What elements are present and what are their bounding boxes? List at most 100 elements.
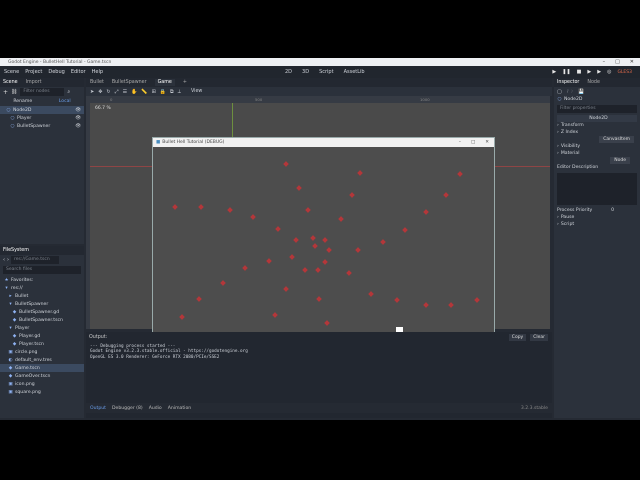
group-icon[interactable]: ⧉ [170,89,174,95]
renderer-label[interactable]: GLES3 [617,70,632,75]
section-material[interactable]: › Material [554,150,640,157]
copy-button[interactable]: Copy [508,333,527,341]
file-icon: ▣ [8,349,13,355]
close-icon[interactable]: ✕ [630,59,634,65]
file-item[interactable]: ◆ BulletSpawner.tscn [0,316,84,324]
workspace-script[interactable]: Script [319,69,334,75]
file-item[interactable]: ◆ Game.tscn [0,364,84,372]
workspace-3d[interactable]: 3D [302,69,309,75]
pan-tool-icon[interactable]: ✋ [131,89,137,95]
section-pause[interactable]: › Pause [554,214,640,221]
play-icon[interactable]: ▶ [552,69,556,75]
minimize-icon[interactable]: – [603,59,606,65]
rename-button[interactable]: Rename [13,99,32,104]
game-canvas[interactable] [153,147,494,350]
bone-icon[interactable]: ⟂ [178,89,181,95]
menu-editor[interactable]: Editor [71,69,86,75]
section-script[interactable]: › Script [554,221,640,228]
file-item[interactable]: ▾ BulletSpawner [0,300,84,308]
game-minimize-icon[interactable]: – [459,140,461,145]
editor-description-field[interactable] [557,173,637,205]
file-item[interactable]: ◐ default_env.tres [0,356,84,364]
file-item[interactable]: ▾ res:// [0,284,84,292]
add-tab-icon[interactable]: + [183,80,187,85]
tree-node-node2d[interactable]: ○ Node2D 👁 [0,106,84,114]
visibility-icon[interactable]: 👁 [75,116,81,121]
game-maximize-icon[interactable]: □ [471,140,475,145]
local-button[interactable]: Local [59,99,71,104]
menu-help[interactable]: Help [92,69,103,75]
zoom-label[interactable]: 66.7 % [95,106,111,111]
tab-audio[interactable]: Audio [149,406,162,411]
file-item[interactable]: ◆ Player.gd [0,332,84,340]
visibility-icon[interactable]: 👁 [75,124,81,129]
forward-icon[interactable]: › [7,257,9,263]
clear-button[interactable]: Clear [530,333,548,341]
play-custom-icon[interactable]: ▶ [597,69,601,75]
file-item[interactable]: ◆ GameOver.tscn [0,372,84,380]
ruler-tool-icon[interactable]: 📏 [141,89,147,95]
process-priority-row: Process Priority 0 [557,208,614,213]
lock-icon[interactable]: 🔒 [160,89,166,95]
tab-scene[interactable]: Scene [3,80,18,85]
visibility-icon[interactable]: 👁 [75,108,81,113]
file-item[interactable]: ▣ circle.png [0,348,84,356]
tree-node-bulletspawner[interactable]: ○ BulletSpawner 👁 [0,122,84,130]
link-icon[interactable]: ⛓ [11,89,17,95]
movie-icon[interactable]: ◎ [607,69,611,75]
file-search-input[interactable]: Search files [3,266,81,274]
section-zindex[interactable]: › Z Index [554,129,640,136]
move-tool-icon[interactable]: ✥ [98,89,102,95]
output-title: Output: [89,334,108,340]
property-filter-input[interactable]: Filter properties [557,105,637,113]
bullet [324,320,330,326]
bullet [220,280,226,286]
tab-debugger[interactable]: Debugger (8) [112,406,143,411]
save-resource-icon[interactable]: 💾 [578,89,584,95]
workspace-2d[interactable]: 2D [285,69,292,75]
view-menu[interactable]: View [191,89,202,94]
tab-node[interactable]: Node [587,80,600,85]
tab-import[interactable]: Import [26,80,42,85]
search-icon[interactable]: ⌕ [67,89,70,95]
select-tool-icon[interactable]: ➤ [90,89,94,95]
tab-game[interactable]: Game [154,79,175,86]
scene-filter-input[interactable]: Filter nodes [20,88,65,96]
menu-debug[interactable]: Debug [48,69,64,75]
tab-bulletspawner[interactable]: BulletSpawner [112,80,147,85]
menu-scene[interactable]: Scene [4,69,19,75]
file-item[interactable]: ▸ Bullet [0,292,84,300]
tab-output[interactable]: Output [90,406,106,411]
section-visibility[interactable]: › Visibility [554,143,640,150]
process-priority-value[interactable]: 0 [611,208,614,213]
tree-node-player[interactable]: ○ Player 👁 [0,114,84,122]
file-icon: ◆ [12,341,17,347]
game-window[interactable]: ■ Bullet Hell Tutorial (DEBUG) – □ ✕ [152,137,495,350]
file-item[interactable]: ◆ BulletSpawner.gd [0,308,84,316]
rotate-tool-icon[interactable]: ↻ [106,89,110,95]
list-select-icon[interactable]: ☰ [123,89,127,95]
back-icon[interactable]: ‹ [3,257,5,263]
file-item[interactable]: ▣ icon.png [0,380,84,388]
add-node-icon[interactable]: + [3,89,8,96]
scale-tool-icon[interactable]: ⤢ [115,89,119,95]
file-item[interactable]: ◆ Player.tscn [0,340,84,348]
snap-icon[interactable]: ⊞ [152,89,156,95]
pause-icon[interactable]: ❚❚ [562,69,570,75]
game-close-icon[interactable]: ✕ [485,140,489,145]
tab-animation[interactable]: Animation [168,406,191,411]
new-resource-icon[interactable]: ▢ [557,89,562,95]
file-item[interactable]: ▣ square.png [0,388,84,396]
file-item[interactable]: ▾ Player [0,324,84,332]
path-field[interactable]: res://Game.tscn [11,255,59,264]
menu-project[interactable]: Project [25,69,42,75]
maximize-icon[interactable]: □ [615,59,620,65]
tab-inspector[interactable]: Inspector [557,80,579,85]
open-resource-icon[interactable]: 🗁 [567,89,573,95]
file-item[interactable]: ★ Favorites: [0,276,84,284]
tab-bullet[interactable]: Bullet [90,80,104,85]
workspace-assetlib[interactable]: AssetLib [344,69,365,75]
play-scene-icon[interactable]: ▶ [587,69,591,75]
section-transform[interactable]: › Transform [554,122,640,129]
stop-icon[interactable]: ■ [577,69,582,75]
